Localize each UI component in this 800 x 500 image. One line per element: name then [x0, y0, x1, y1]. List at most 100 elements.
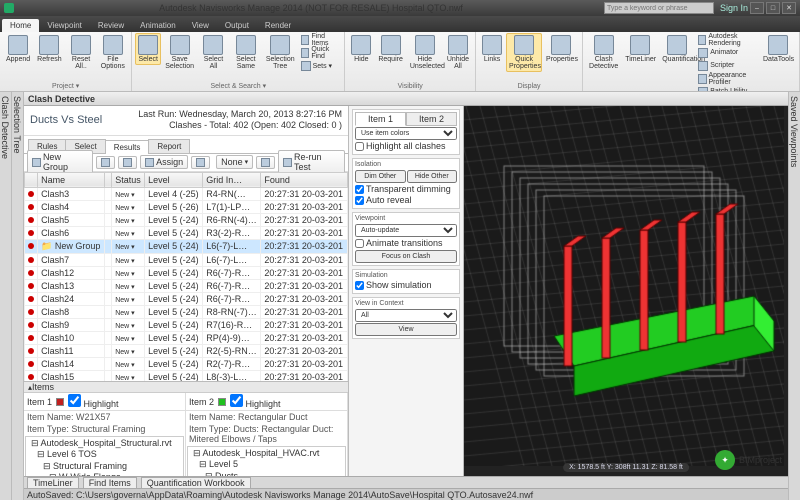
status-dot-icon — [28, 283, 34, 289]
3d-viewport[interactable]: X: 1578.5 ft Y: 308ft 11.31 Z: 81.58 ft … — [464, 106, 788, 476]
select-button[interactable]: Select — [135, 33, 161, 65]
subtab-report[interactable]: Report — [148, 139, 190, 153]
mini-icon — [301, 61, 311, 71]
sign-in-link[interactable]: Sign In — [720, 3, 748, 13]
search-input[interactable] — [604, 2, 714, 14]
clash-detective-button[interactable]: Clash Detective — [586, 33, 621, 72]
clash-row[interactable]: Clash9New ▾Level 5 (-24)R7(16)-R…20:27:3… — [25, 318, 348, 331]
tab-output[interactable]: Output — [217, 19, 257, 32]
tab-viewpoint[interactable]: Viewpoint — [39, 19, 90, 32]
append-button[interactable]: Append — [3, 33, 33, 65]
show-sim-check[interactable]: Show simulation — [355, 280, 457, 290]
view-button[interactable]: View — [355, 323, 457, 336]
item1-highlight-check[interactable]: Highlight — [68, 394, 119, 409]
right-dock-rail[interactable]: Saved Viewpoints — [788, 92, 800, 500]
animate-check[interactable]: Animate transitions — [355, 238, 457, 248]
clash-row[interactable]: Clash11New ▾Level 5 (-24)R2(-5)-RN…20:27… — [25, 344, 348, 357]
datatools-button[interactable]: DataTools — [760, 33, 796, 65]
select-same-button[interactable]: Select Same — [230, 33, 262, 72]
color-mode-select[interactable]: Use item colors — [355, 127, 457, 140]
left-dock-rail-2[interactable]: Selection Tree — [12, 92, 24, 500]
filter-icon — [196, 158, 205, 167]
group-button[interactable] — [96, 156, 115, 169]
file-options-button[interactable]: File Options — [97, 33, 128, 72]
animator-button[interactable]: Animator — [696, 46, 759, 59]
bottom-tab-find-items[interactable]: Find Items — [83, 477, 137, 489]
bottom-tab-timeliner[interactable]: TimeLiner — [27, 477, 79, 489]
title-bar: Autodesk Navisworks Manage 2014 (NOT FOR… — [0, 0, 800, 16]
bottom-tab-quantification-workbook[interactable]: Quantification Workbook — [141, 477, 251, 489]
tool-icon — [594, 35, 614, 55]
close-icon[interactable]: ✕ — [782, 2, 796, 14]
results-toolbar: New Group Assign None ▾ Re-run Test — [24, 154, 348, 172]
hide-unselected-button[interactable]: Hide Unselected — [407, 33, 443, 72]
clash-row[interactable]: Clash7New ▾Level 5 (-24)L6(-7)-L…20:27:3… — [25, 253, 348, 266]
new-group-button[interactable]: New Group — [27, 150, 93, 174]
hide-other-button[interactable]: Hide Other — [407, 170, 458, 183]
status-dot-icon — [28, 335, 34, 341]
batch-utility-button[interactable]: Batch Utility — [696, 85, 759, 92]
clash-row[interactable]: Clash3New ▾Level 4 (-25)R4-RN(…20:27:31 … — [25, 187, 348, 200]
item2-tree[interactable]: ⊟ Autodesk_Hospital_HVAC.rvt⊟ Level 5⊟ D… — [187, 446, 346, 476]
properties-button[interactable]: Properties — [543, 33, 579, 65]
quantification-button[interactable]: Quantification — [659, 33, 695, 65]
select-all-button[interactable]: Select All — [198, 33, 229, 72]
tab-view[interactable]: View — [184, 19, 217, 32]
tab-review[interactable]: Review — [90, 19, 132, 32]
item2-highlight-check[interactable]: Highlight — [230, 394, 281, 409]
rows-button[interactable] — [256, 156, 275, 169]
tool-icon — [448, 35, 468, 55]
require-button[interactable]: Require — [375, 33, 406, 65]
explode-button[interactable] — [118, 156, 137, 169]
save-selection-button[interactable]: Save Selection — [162, 33, 197, 72]
highlight-all-check[interactable]: Highlight all clashes — [355, 141, 457, 151]
test-header: Ducts Vs Steel Last Run: Wednesday, Marc… — [24, 106, 348, 136]
clash-row[interactable]: Clash15New ▾Level 5 (-24)L8(-3)-L…20:27:… — [25, 370, 348, 381]
clash-row[interactable]: Clash10New ▾Level 5 (-24)RP(4)-9)…20:27:… — [25, 331, 348, 344]
clash-row[interactable]: Clash8New ▾Level 5 (-24)R8-RN(-7)…20:27:… — [25, 305, 348, 318]
selection-tree-button[interactable]: Selection Tree — [263, 33, 298, 72]
filter-button[interactable] — [191, 156, 210, 169]
tab-home[interactable]: Home — [2, 19, 39, 32]
reset-all--button[interactable]: Reset All.. — [66, 33, 97, 72]
minimize-icon[interactable]: – — [750, 2, 764, 14]
assign-button[interactable]: Assign — [140, 155, 188, 169]
left-dock-rail[interactable]: Clash Detective — [0, 92, 12, 500]
autodesk-rendering-button[interactable]: Autodesk Rendering — [696, 33, 759, 46]
scripter-button[interactable]: Scripter — [696, 59, 759, 72]
tab-render[interactable]: Render — [257, 19, 299, 32]
clash-row[interactable]: Clash4New ▾Level 5 (-26)L7(1)-LP…20:27:3… — [25, 200, 348, 213]
appearance-profiler-button[interactable]: Appearance Profiler — [696, 72, 759, 85]
clash-row[interactable]: 📁 New GroupNew ▾Level 5 (-24)L6(-7)-L…20… — [25, 239, 348, 253]
transparent-dim-check[interactable]: Transparent dimming — [355, 184, 457, 194]
unhide-all-button[interactable]: Unhide All — [444, 33, 472, 72]
item2-tab[interactable]: Item 2 — [406, 112, 457, 126]
hide-button[interactable]: Hide — [348, 33, 374, 65]
results-grid[interactable]: NameStatusLevelGrid In…FoundClash3New ▾L… — [24, 172, 348, 381]
clash-row[interactable]: Clash24New ▾Level 5 (-24)R6(-7)-R…20:27:… — [25, 292, 348, 305]
clash-row[interactable]: Clash12New ▾Level 5 (-24)R6(-7)-R…20:27:… — [25, 266, 348, 279]
sets--button[interactable]: Sets ▾ — [299, 59, 342, 72]
focus-clash-button[interactable]: Focus on Clash — [355, 250, 457, 263]
item1-tab[interactable]: Item 1 — [355, 112, 406, 126]
links-button[interactable]: Links — [479, 33, 505, 65]
maximize-icon[interactable]: □ — [766, 2, 780, 14]
quick-properties-button[interactable]: Quick Properties — [506, 33, 542, 72]
clash-row[interactable]: Clash14New ▾Level 5 (-24)R2(-7)-R…20:27:… — [25, 357, 348, 370]
find-items-button[interactable]: Find Items — [299, 33, 342, 46]
none-dropdown[interactable]: None ▾ — [216, 155, 253, 169]
timeliner-button[interactable]: TimeLiner — [622, 33, 658, 65]
auto-reveal-check[interactable]: Auto reveal — [355, 195, 457, 205]
clash-row[interactable]: Clash6New ▾Level 5 (-24)R3(-2)-R…20:27:3… — [25, 226, 348, 239]
clash-row[interactable]: Clash5New ▾Level 5 (-24)R6-RN(-4)…20:27:… — [25, 213, 348, 226]
subtab-results[interactable]: Results — [105, 140, 150, 154]
context-select[interactable]: All — [355, 309, 457, 322]
tab-animation[interactable]: Animation — [132, 19, 184, 32]
viewpoint-mode-select[interactable]: Auto-update — [355, 224, 457, 237]
quick-find-button[interactable]: Quick Find — [299, 46, 342, 59]
clash-row[interactable]: Clash13New ▾Level 5 (-24)R6(-7)-R…20:27:… — [25, 279, 348, 292]
rerun-button[interactable]: Re-run Test — [278, 150, 345, 174]
refresh-button[interactable]: Refresh — [34, 33, 65, 65]
dim-other-button[interactable]: Dim Other — [355, 170, 406, 183]
item1-tree[interactable]: ⊟ Autodesk_Hospital_Structural.rvt⊟ Leve… — [25, 436, 184, 476]
